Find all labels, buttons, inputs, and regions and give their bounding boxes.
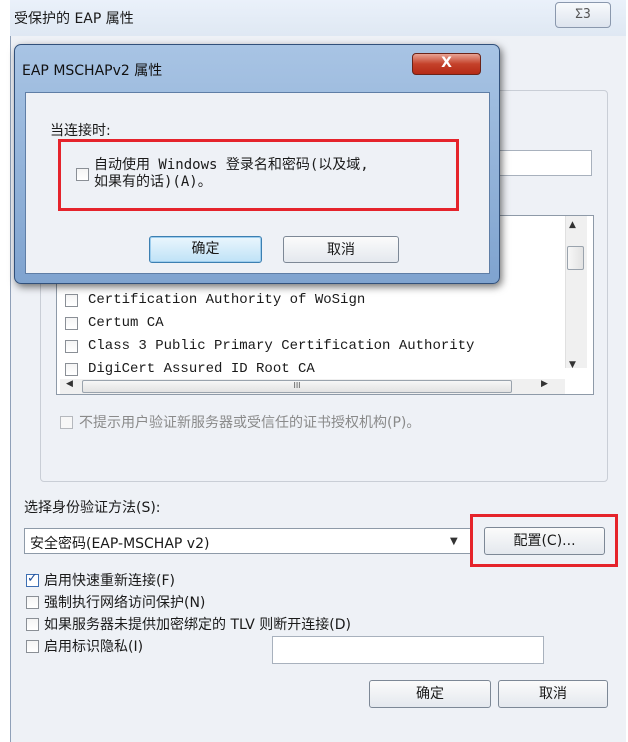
auto-use-windows-logon-checkbox[interactable] bbox=[76, 168, 89, 181]
ca-checkbox[interactable] bbox=[65, 293, 78, 307]
list-item[interactable]: Class 3 Public Primary Certification Aut… bbox=[65, 335, 474, 357]
ca-checkbox[interactable] bbox=[65, 362, 78, 376]
ca-checkbox[interactable] bbox=[65, 316, 78, 330]
cancel-button[interactable]: 取消 bbox=[498, 680, 608, 708]
inner-dialog-title: EAP MSCHAPv2 属性 bbox=[22, 63, 163, 79]
ca-label: Class 3 Public Primary Certification Aut… bbox=[88, 338, 475, 354]
option-label: 启用标识隐私(I) bbox=[44, 639, 144, 655]
auth-method-value: 安全密码(EAP-MSCHAP v2) bbox=[30, 536, 210, 552]
no-prompt-option: 不提示用户验证新服务器或受信任的证书授权机构(P)。 bbox=[60, 412, 420, 432]
scroll-left-icon[interactable]: ◀ bbox=[66, 379, 73, 389]
configure-highlight-box bbox=[470, 514, 618, 567]
ca-label: Certum CA bbox=[88, 315, 164, 331]
vertical-scrollbar[interactable] bbox=[565, 216, 587, 368]
identity-privacy-option[interactable]: 启用标识隐私(I) bbox=[26, 636, 143, 656]
inner-ok-button[interactable]: 确定 bbox=[149, 236, 262, 263]
ok-button[interactable]: 确定 bbox=[369, 680, 491, 708]
close-button[interactable]: ΣЗ bbox=[555, 2, 611, 28]
fast-reconnect-checkbox[interactable] bbox=[26, 571, 39, 587]
ca-checkbox[interactable] bbox=[65, 339, 78, 353]
close-icon: ΣЗ bbox=[575, 7, 591, 22]
when-connecting-label: 当连接时: bbox=[50, 123, 111, 139]
dialog-title: 受保护的 EAP 属性 bbox=[14, 11, 134, 27]
ca-label: Certification Authority of WoSign bbox=[88, 292, 366, 308]
list-item[interactable]: Certum CA bbox=[65, 312, 164, 334]
scroll-right-icon[interactable]: ▶ bbox=[541, 379, 548, 389]
vertical-scroll-thumb[interactable] bbox=[567, 246, 584, 270]
chevron-down-icon[interactable]: ▼ bbox=[450, 536, 458, 547]
crypto-binding-checkbox[interactable] bbox=[26, 617, 39, 631]
identity-privacy-input[interactable] bbox=[272, 636, 544, 664]
crypto-binding-option[interactable]: 如果服务器未提供加密绑定的 TLV 则断开连接(D) bbox=[26, 614, 351, 634]
scroll-up-icon[interactable]: ▲ bbox=[569, 220, 576, 230]
auto-use-windows-logon-label[interactable]: 自动使用 Windows 登录名和密码(以及域, 如果有的话)(A)。 bbox=[94, 157, 454, 191]
option-label: 强制执行网络访问保护(N) bbox=[44, 595, 206, 611]
nap-option[interactable]: 强制执行网络访问保护(N) bbox=[26, 592, 205, 612]
scroll-down-icon[interactable]: ▼ bbox=[569, 360, 576, 370]
ca-label: DigiCert Assured ID Root CA bbox=[88, 361, 315, 377]
auth-method-label: 选择身份验证方法(S): bbox=[24, 500, 161, 516]
identity-privacy-checkbox[interactable] bbox=[26, 639, 39, 653]
list-item[interactable]: Certification Authority of WoSign bbox=[65, 289, 365, 311]
close-icon: X bbox=[441, 55, 452, 71]
no-prompt-label: 不提示用户验证新服务器或受信任的证书授权机构(P)。 bbox=[79, 415, 421, 431]
horizontal-scroll-thumb[interactable]: III bbox=[82, 380, 512, 393]
option-label: 如果服务器未提供加密绑定的 TLV 则断开连接(D) bbox=[44, 617, 351, 633]
inner-cancel-button[interactable]: 取消 bbox=[283, 236, 399, 263]
no-prompt-checkbox bbox=[60, 415, 73, 429]
list-item[interactable]: DigiCert Assured ID Root CA bbox=[65, 358, 315, 380]
inner-close-button[interactable]: X bbox=[412, 53, 481, 75]
fast-reconnect-option[interactable]: 启用快速重新连接(F) bbox=[26, 570, 175, 590]
nap-checkbox[interactable] bbox=[26, 595, 39, 609]
option-label: 启用快速重新连接(F) bbox=[44, 573, 175, 589]
